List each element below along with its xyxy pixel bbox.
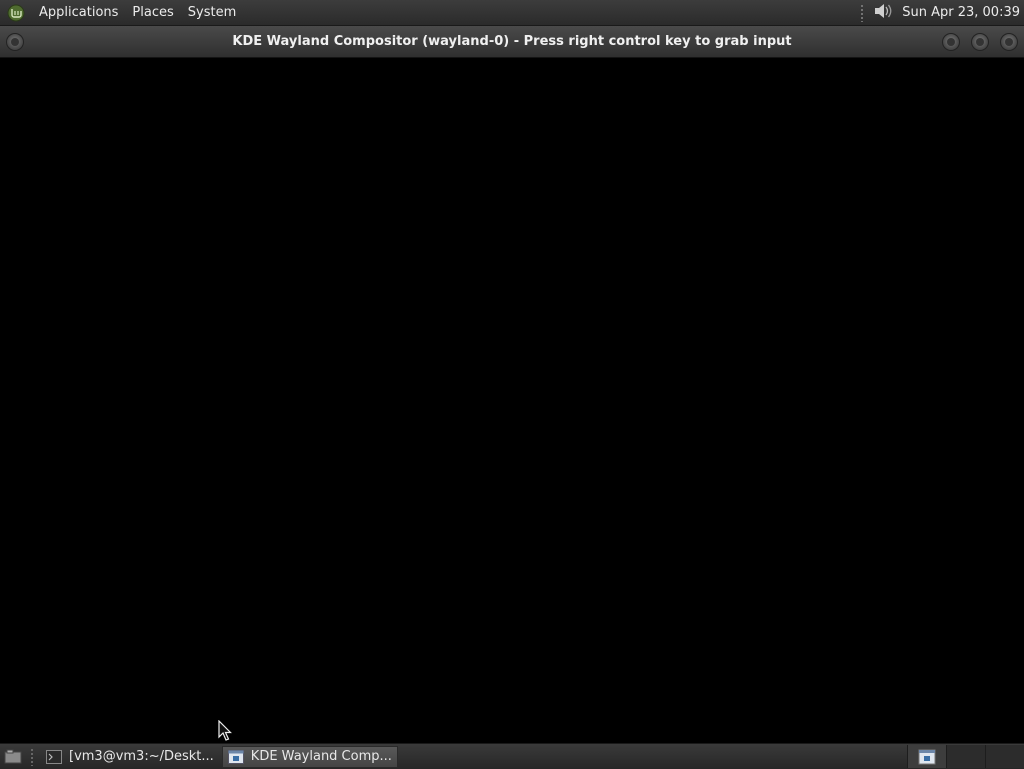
task-label: [vm3@vm3:~/Deskt... (69, 749, 214, 764)
window-title-bar[interactable]: KDE Wayland Compositor (wayland-0) - Pre… (0, 26, 1024, 58)
workspace-switcher (907, 744, 1024, 769)
task-kde-wayland[interactable]: KDE Wayland Comp... (221, 745, 398, 768)
maximize-button[interactable] (971, 33, 989, 51)
bottom-panel: [vm3@vm3:~/Deskt... KDE Wayland Comp... (0, 743, 1024, 769)
window-title: KDE Wayland Compositor (wayland-0) - Pre… (232, 34, 792, 49)
workspace-2[interactable] (946, 745, 985, 768)
minimize-button[interactable] (942, 33, 960, 51)
window-app-icon (918, 749, 936, 764)
task-label: KDE Wayland Comp... (250, 749, 392, 764)
speaker-volume-icon[interactable] (872, 1, 894, 25)
places-menu[interactable]: Places (125, 0, 180, 25)
window-menu-button[interactable] (6, 33, 24, 51)
workspace-3[interactable] (985, 745, 1024, 768)
panel-tray: Sun Apr 23, 00:39 (860, 0, 1024, 25)
window-app-icon (227, 749, 244, 764)
task-terminal[interactable]: [vm3@vm3:~/Deskt... (40, 746, 220, 768)
compositor-viewport[interactable] (0, 58, 1024, 743)
linux-mint-logo-icon[interactable] (6, 3, 26, 23)
workspace-1[interactable] (907, 745, 946, 768)
panel-grip (860, 3, 865, 22)
panel-grip (30, 747, 34, 766)
clock[interactable]: Sun Apr 23, 00:39 (894, 5, 1024, 20)
show-desktop-icon[interactable] (2, 747, 24, 767)
top-panel: Applications Places System Sun Apr 23, 0… (0, 0, 1024, 26)
close-button[interactable] (1000, 33, 1018, 51)
applications-menu[interactable]: Applications (32, 0, 125, 25)
system-menu[interactable]: System (181, 0, 243, 25)
terminal-icon (46, 749, 62, 764)
